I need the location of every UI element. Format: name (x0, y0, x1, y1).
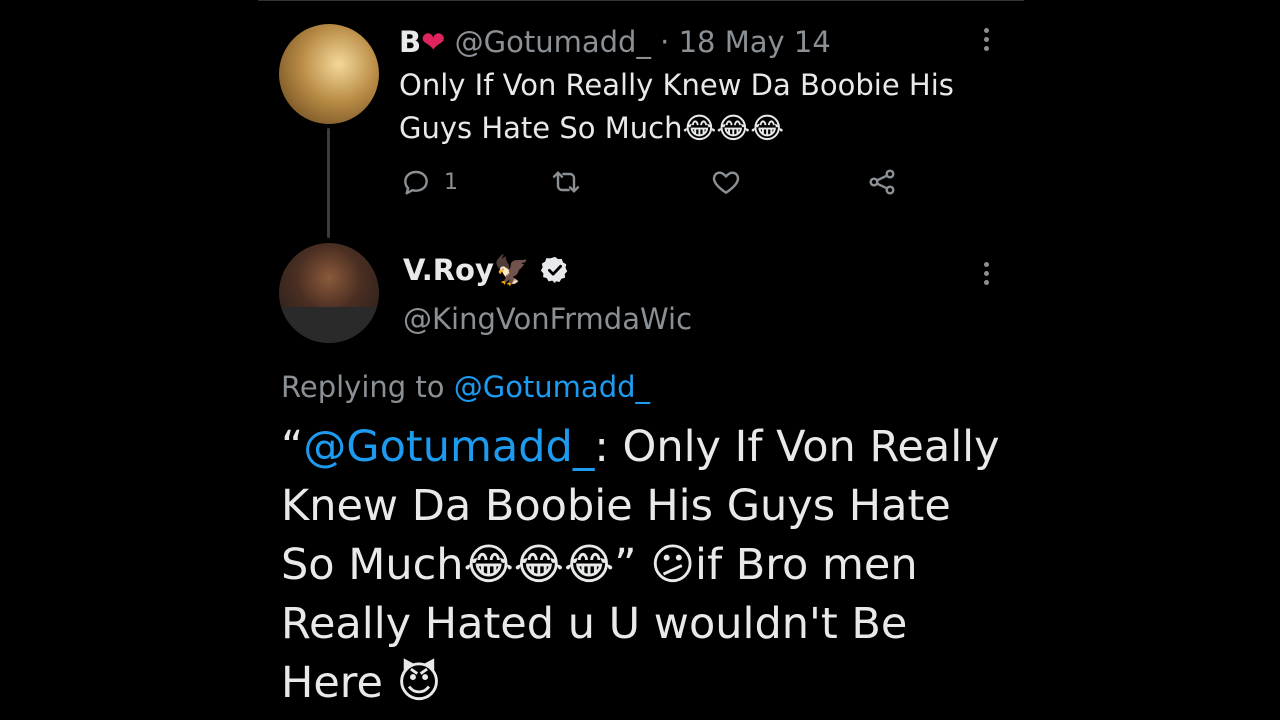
tweet1-handle[interactable]: @Gotumadd_ (455, 25, 651, 59)
tweet1-separator: · (660, 25, 670, 59)
reply-button[interactable]: 1 (400, 166, 458, 198)
tweet1-display-name[interactable]: B (399, 25, 421, 59)
replying-to: Replying to @Gotumadd_ (281, 368, 650, 406)
avatar-kingvon[interactable] (279, 243, 379, 343)
thread-connector-line (327, 128, 330, 238)
top-divider (258, 0, 1024, 1)
replying-to-handle-link[interactable]: @Gotumadd_ (454, 370, 650, 404)
quoted-handle-link[interactable]: @Gotumadd_ (303, 422, 594, 472)
verified-badge-icon (540, 255, 570, 285)
more-icon[interactable] (983, 262, 989, 285)
share-icon (869, 169, 895, 195)
retweet-icon (552, 171, 580, 193)
heart-emoji-icon: ❤ (421, 25, 446, 59)
replying-to-label: Replying to (281, 370, 445, 404)
more-icon[interactable] (983, 28, 989, 51)
tweet2-name-row: V.Roy🦅 (403, 251, 570, 289)
tweet1-header: B❤ @Gotumadd_ · 18 May 14 (399, 24, 831, 60)
retweet-button[interactable] (550, 166, 582, 198)
reply-icon (404, 170, 428, 195)
tweet1-date[interactable]: 18 May 14 (679, 25, 831, 59)
quote-open-mark: “ (281, 422, 304, 472)
heart-icon (712, 171, 740, 194)
tweet2-display-name[interactable]: V.Roy🦅 (403, 251, 530, 289)
share-button[interactable] (866, 166, 898, 198)
tweet2-handle[interactable]: @KingVonFrmdaWic (403, 300, 692, 338)
like-button[interactable] (710, 166, 742, 198)
avatar-gotumadd[interactable] (279, 24, 379, 124)
tweet1-text: Only If Von Really Knew Da Boobie His Gu… (399, 68, 954, 145)
reply-count: 1 (444, 169, 458, 195)
tweet2-text: “@Gotumadd_: Only If Von Really Knew Da … (281, 418, 1001, 713)
